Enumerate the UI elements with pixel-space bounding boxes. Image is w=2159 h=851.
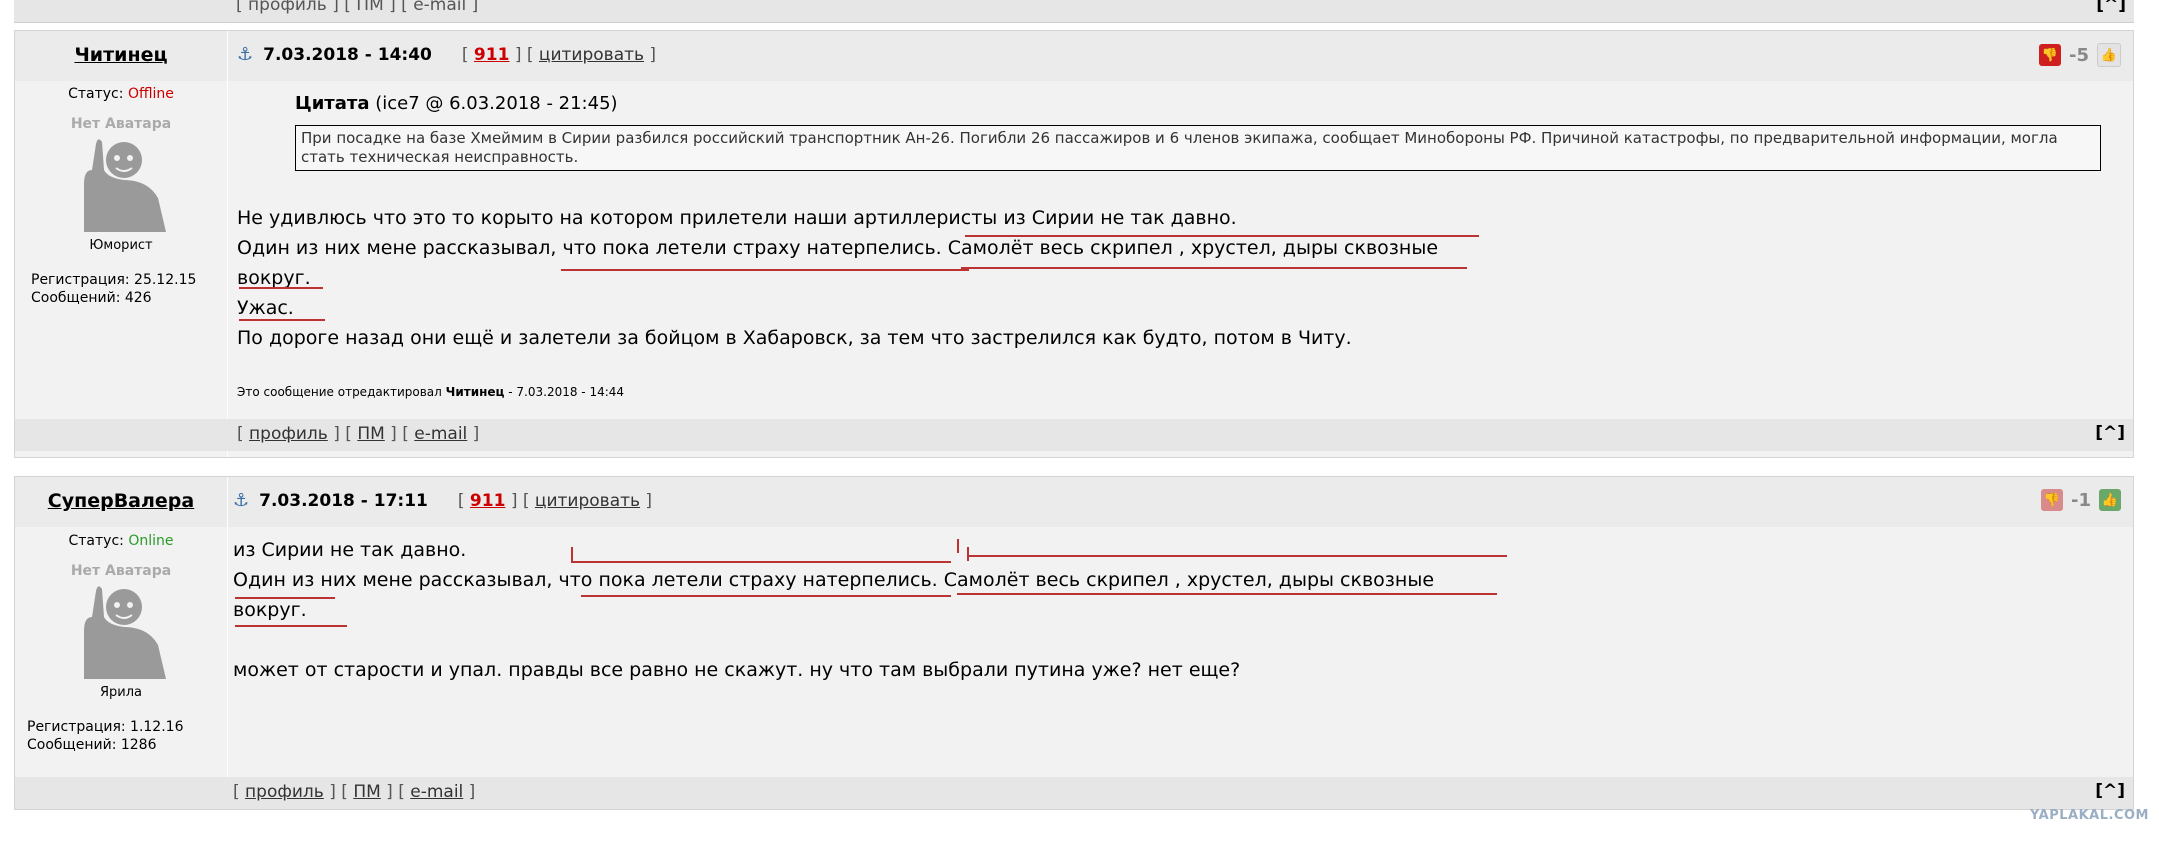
quote-block: При посадке на базе Хмеймим в Сирии разб…	[295, 125, 2101, 171]
anchor-icon[interactable]: ⚓	[237, 44, 253, 65]
post-body: из Сирии не так давно. Один из них мене …	[233, 535, 2123, 685]
previous-footer-links[interactable]: [ профиль ] [ ПМ ] [ e-mail ]	[236, 0, 478, 15]
post-text-line: Один из них мене рассказывал, что пока л…	[237, 237, 1439, 259]
annotation-underline	[235, 625, 347, 627]
post-text-line: из Сирии не так давно.	[233, 539, 467, 561]
previous-up-button[interactable]: [^]	[2096, 0, 2126, 15]
rating-value: -5	[2069, 44, 2089, 66]
post-text-line: вокруг.	[233, 599, 307, 621]
avatar: Нет Аватара	[62, 114, 180, 234]
annotation-underline	[957, 593, 1497, 595]
email-link[interactable]: e-mail	[410, 782, 463, 802]
post-supervalera: СуперВалера ⚓ 7.03.2018 - 17:11 [ 911 ] …	[14, 476, 2134, 810]
no-avatar-figure-icon	[62, 114, 180, 234]
pm-link[interactable]: ПМ	[357, 424, 384, 444]
post-rating: 👎 -5 👍	[2039, 43, 2121, 67]
post-author-link[interactable]: СуперВалера	[15, 490, 227, 512]
post-meta: ⚓ 7.03.2018 - 14:40 [ 911 ] [ цитировать…	[237, 44, 657, 65]
registration-date: Регистрация: 1.12.16	[27, 719, 184, 735]
post-text-line	[233, 625, 2123, 655]
post-text-line: Один из них мене рассказывал, что пока л…	[233, 569, 1435, 591]
annotation-underline	[961, 267, 1467, 269]
profile-link[interactable]: профиль	[249, 424, 328, 444]
report-911-link[interactable]: 911	[474, 45, 510, 65]
status-badge: Offline	[127, 86, 174, 102]
thumb-up-icon[interactable]: 👍	[2099, 489, 2121, 511]
post-chitinets: Читинец ⚓ 7.03.2018 - 14:40 [ 911 ] [ ци…	[14, 30, 2134, 458]
thumb-up-icon[interactable]: 👍	[2097, 43, 2121, 67]
post-footer: [ профиль ] [ ПМ ] [ e-mail ] [^]	[15, 419, 2133, 451]
avatar-placeholder-text: Нет Аватара	[70, 563, 172, 579]
scroll-top-button[interactable]: [^]	[2095, 423, 2125, 443]
annotation-underline	[965, 235, 1479, 237]
site-watermark: YAPLAKAL.COM	[2030, 808, 2149, 823]
avatar: Нет Аватара	[62, 561, 180, 681]
quote-header: Цитата (ice7 @ 6.03.2018 - 21:45)	[295, 93, 618, 114]
annotation-tick	[957, 539, 959, 553]
post-meta: ⚓ 7.03.2018 - 17:11 [ 911 ] [ цитировать…	[233, 490, 653, 511]
annotation-underline	[967, 555, 1507, 557]
avatar-placeholder-text: Нет Аватара	[70, 116, 172, 132]
post-rating: 👎 -1 👍	[2041, 489, 2121, 511]
report-911-link[interactable]: 911	[470, 491, 506, 511]
post-text-line: Ужас.	[237, 297, 294, 319]
post-date: 7.03.2018 - 17:11	[259, 490, 428, 511]
registration-date: Регистрация: 25.12.15	[31, 272, 197, 288]
scroll-top-button[interactable]: [^]	[2095, 781, 2125, 801]
post-text-line: может от старости и упал. правды все рав…	[233, 659, 1241, 681]
previous-post-footer: [ профиль ] [ ПМ ] [ e-mail ] [^]	[14, 0, 2134, 23]
author-profile: Статус: Online Нет Аватара Ярила Регистр…	[15, 533, 227, 754]
message-count: Сообщений: 1286	[27, 737, 157, 753]
annotation-tick	[967, 547, 969, 561]
thumb-down-icon[interactable]: 👎	[2041, 489, 2063, 511]
post-body: Цитата (ice7 @ 6.03.2018 - 21:45) При по…	[237, 89, 2123, 407]
post-footer: [ профиль ] [ ПМ ] [ e-mail ] [^]	[15, 777, 2133, 809]
quote-link[interactable]: цитировать	[535, 491, 640, 511]
status-badge: Online	[128, 533, 174, 549]
anchor-icon[interactable]: ⚓	[233, 490, 249, 511]
thumb-down-icon[interactable]: 👎	[2039, 44, 2061, 66]
message-count: Сообщений: 426	[31, 290, 152, 306]
user-rank: Ярила	[99, 685, 142, 700]
profile-link[interactable]: профиль	[245, 782, 324, 802]
annotation-underline	[581, 595, 951, 597]
annotation-underline	[571, 561, 951, 563]
quote-link[interactable]: цитировать	[539, 45, 644, 65]
post-author-link[interactable]: Читинец	[15, 44, 227, 66]
pm-link[interactable]: ПМ	[353, 782, 380, 802]
annotation-tick	[571, 547, 573, 561]
annotation-underline	[239, 319, 325, 321]
author-profile: Статус: Offline Нет Аватара Юморист Реги…	[15, 86, 227, 307]
post-header: СуперВалера ⚓ 7.03.2018 - 17:11 [ 911 ] …	[15, 477, 2133, 527]
annotation-underline	[561, 269, 969, 271]
user-rank: Юморист	[89, 238, 153, 253]
post-text-line: Не удивлюсь что это то корыто на котором…	[237, 207, 1237, 229]
rating-value: -1	[2071, 489, 2091, 511]
annotation-underline	[239, 287, 323, 289]
post-date: 7.03.2018 - 14:40	[263, 44, 432, 65]
edit-note: Это сообщение отредактировал Читинец - 7…	[237, 385, 625, 399]
post-header: Читинец ⚓ 7.03.2018 - 14:40 [ 911 ] [ ци…	[15, 31, 2133, 81]
post-text-line: По дороге назад они ещё и залетели за бо…	[237, 327, 1352, 349]
annotation-underline	[235, 597, 335, 599]
email-link[interactable]: e-mail	[414, 424, 467, 444]
no-avatar-figure-icon	[62, 561, 180, 681]
